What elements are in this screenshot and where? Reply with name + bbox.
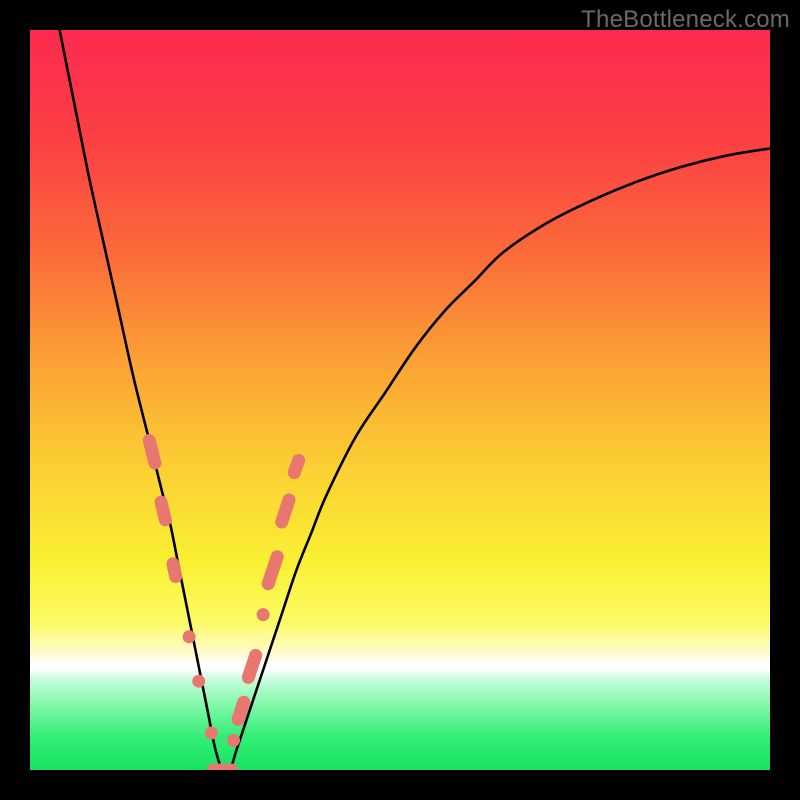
- marker-dot: [205, 727, 218, 740]
- marker-pill: [141, 433, 162, 471]
- marker-dot: [257, 608, 270, 621]
- marker-pill: [165, 556, 183, 584]
- curve-markers: [141, 433, 307, 770]
- chart-frame: TheBottleneck.com: [0, 0, 800, 800]
- marker-dot: [192, 675, 205, 688]
- curve-layer: [30, 30, 770, 770]
- marker-pill: [260, 548, 285, 591]
- marker-pill: [273, 492, 297, 531]
- marker-pill: [153, 494, 173, 527]
- bottleneck-curve: [60, 30, 770, 770]
- marker-dot: [227, 734, 240, 747]
- watermark-text: TheBottleneck.com: [581, 6, 790, 34]
- plot-area: [30, 30, 770, 770]
- marker-dot: [183, 630, 196, 643]
- marker-pill: [286, 452, 307, 481]
- marker-pill: [207, 764, 238, 771]
